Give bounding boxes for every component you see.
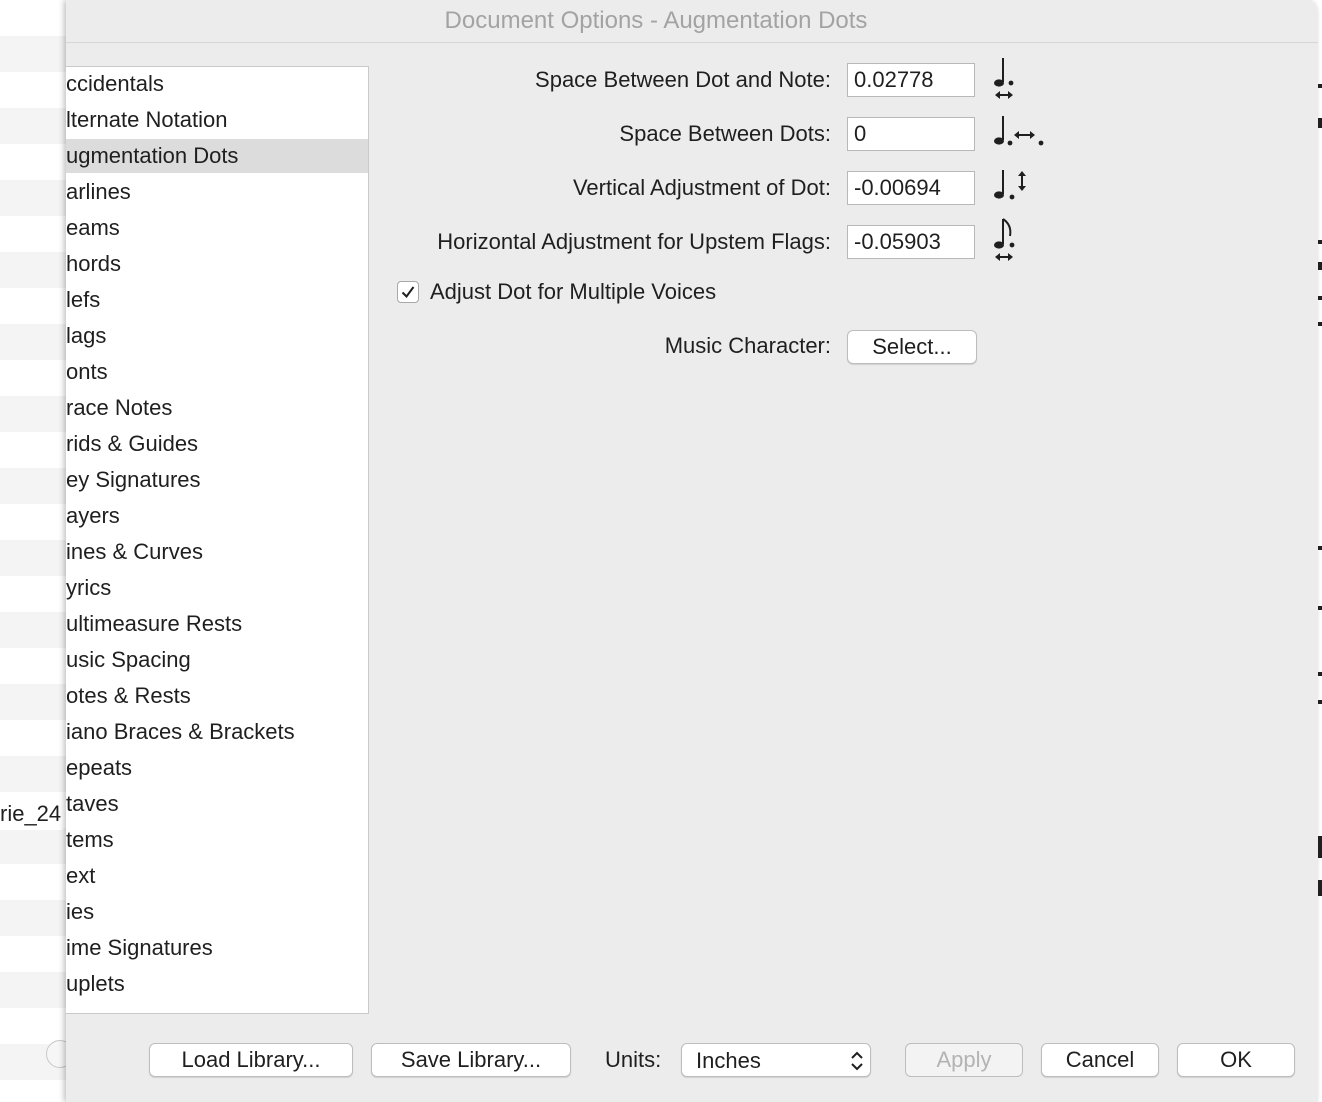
category-item-label: usic Spacing	[66, 647, 191, 672]
category-item[interactable]: rids & Guides	[66, 427, 368, 461]
background-score-mark	[1318, 240, 1322, 244]
dot-note-space-input[interactable]	[847, 63, 975, 97]
category-item[interactable]: ayers	[66, 499, 368, 533]
category-item-label: tems	[66, 827, 114, 852]
background-file-label: rie_24	[0, 798, 64, 830]
upstem-flag-adjust-input[interactable]	[847, 225, 975, 259]
background-score-edge	[1318, 0, 1322, 1102]
category-item[interactable]: ies	[66, 895, 368, 929]
background-score-mark	[1318, 84, 1322, 88]
category-item[interactable]: lternate Notation	[66, 103, 368, 137]
checkmark-icon	[401, 286, 415, 299]
category-item-label: yrics	[66, 575, 112, 600]
units-value: Inches	[696, 1048, 761, 1073]
units-select[interactable]: Inches	[681, 1043, 871, 1077]
category-item[interactable]: ultimeasure Rests	[66, 607, 368, 641]
vertical-adjust-icon	[994, 170, 1026, 200]
category-item[interactable]: hords	[66, 247, 368, 281]
music-character-label: Music Character:	[664, 333, 831, 358]
category-item-label: hords	[66, 251, 122, 276]
units-label: Units:	[605, 1047, 662, 1072]
category-item-label: ccidentals	[66, 71, 164, 96]
category-item-label: ultimeasure Rests	[66, 611, 243, 636]
background-score-mark	[1318, 262, 1322, 270]
multiple-voices-checkbox[interactable]	[397, 281, 419, 303]
category-item-label: lternate Notation	[66, 107, 228, 132]
updown-chevron-icon	[851, 1051, 863, 1071]
category-item-label: ugmentation Dots	[66, 143, 239, 168]
category-item[interactable]: ey Signatures	[66, 463, 368, 497]
category-item-label: lefs	[66, 287, 101, 312]
category-item-label: ayers	[66, 503, 120, 528]
document-options-dialog: Document Options - Augmentation Dots cci…	[66, 0, 1318, 1102]
load-library-button[interactable]: Load Library...	[149, 1043, 353, 1077]
multiple-voices-label[interactable]: Adjust Dot for Multiple Voices	[430, 274, 716, 310]
background-score-mark	[1318, 672, 1322, 676]
category-item-label: onts	[66, 359, 108, 384]
category-item-label: eams	[66, 215, 120, 240]
category-item[interactable]: onts	[66, 355, 368, 389]
background-score-mark	[1318, 700, 1322, 704]
category-item[interactable]: yrics	[66, 571, 368, 605]
background-score-mark	[1318, 880, 1322, 896]
category-item-label: epeats	[66, 755, 133, 780]
category-item-label: ime Signatures	[66, 935, 213, 960]
vertical-adjust-label: Vertical Adjustment of Dot:	[572, 175, 831, 200]
category-item[interactable]: otes & Rests	[66, 679, 368, 713]
title-bar[interactable]: Document Options - Augmentation Dots	[66, 0, 1318, 43]
category-item-label: ey Signatures	[66, 467, 201, 492]
category-item-label: taves	[66, 791, 119, 816]
category-item-label: rids & Guides	[66, 431, 199, 456]
dots-space-label: Space Between Dots:	[619, 121, 831, 146]
category-item[interactable]: taves	[66, 787, 368, 821]
category-item[interactable]: uplets	[66, 967, 368, 1001]
category-item[interactable]: iano Braces & Brackets	[66, 715, 368, 749]
background-score-mark	[1318, 546, 1322, 550]
category-item[interactable]: tems	[66, 823, 368, 857]
cancel-button[interactable]: Cancel	[1041, 1043, 1159, 1077]
background-score-mark	[1318, 606, 1322, 610]
ok-button[interactable]: OK	[1177, 1043, 1295, 1077]
dot-note-space-icon	[994, 58, 1014, 99]
category-item[interactable]: arlines	[66, 175, 368, 209]
category-item[interactable]: ime Signatures	[66, 931, 368, 965]
dots-space-icon	[994, 116, 1044, 146]
category-item[interactable]: ccidentals	[66, 67, 368, 101]
upstem-flag-adjust-icon	[994, 218, 1015, 261]
background-score-mark	[1318, 296, 1322, 300]
category-item[interactable]: ext	[66, 859, 368, 893]
dot-note-space-label: Space Between Dot and Note:	[535, 67, 831, 92]
category-item[interactable]: ugmentation Dots	[66, 139, 368, 173]
category-item[interactable]: lefs	[66, 283, 368, 317]
category-item-label: iano Braces & Brackets	[66, 719, 295, 744]
vertical-adjust-input[interactable]	[847, 171, 975, 205]
save-library-button[interactable]: Save Library...	[371, 1043, 571, 1077]
window-title: Document Options - Augmentation Dots	[444, 7, 868, 34]
category-item-label: lags	[66, 323, 107, 348]
background-score-mark	[1318, 836, 1322, 858]
category-item-label: ines & Curves	[66, 539, 203, 564]
upstem-flag-adjust-label: Horizontal Adjustment for Upstem Flags:	[437, 229, 831, 254]
category-item[interactable]: race Notes	[66, 391, 368, 425]
background-score-mark	[1318, 322, 1322, 326]
category-item[interactable]: ines & Curves	[66, 535, 368, 569]
apply-button[interactable]: Apply	[905, 1043, 1023, 1077]
category-item-label: race Notes	[66, 395, 173, 420]
category-item-label: uplets	[66, 971, 125, 996]
category-item-label: ext	[66, 863, 96, 888]
background-score-mark	[1318, 118, 1322, 128]
category-item-label: otes & Rests	[66, 683, 191, 708]
category-item-label: arlines	[66, 179, 131, 204]
category-list[interactable]: ccidentals lternate Notation ugmentation D…	[66, 66, 369, 1014]
category-item[interactable]: lags	[66, 319, 368, 353]
category-item[interactable]: usic Spacing	[66, 643, 368, 677]
category-item[interactable]: epeats	[66, 751, 368, 785]
category-item-label: ies	[66, 899, 95, 924]
category-item[interactable]: eams	[66, 211, 368, 245]
dots-space-input[interactable]	[847, 117, 975, 151]
background-app-list: rie_24	[0, 0, 66, 1102]
background-circle-icon	[46, 1040, 66, 1068]
select-music-character-button[interactable]: Select...	[847, 330, 977, 364]
